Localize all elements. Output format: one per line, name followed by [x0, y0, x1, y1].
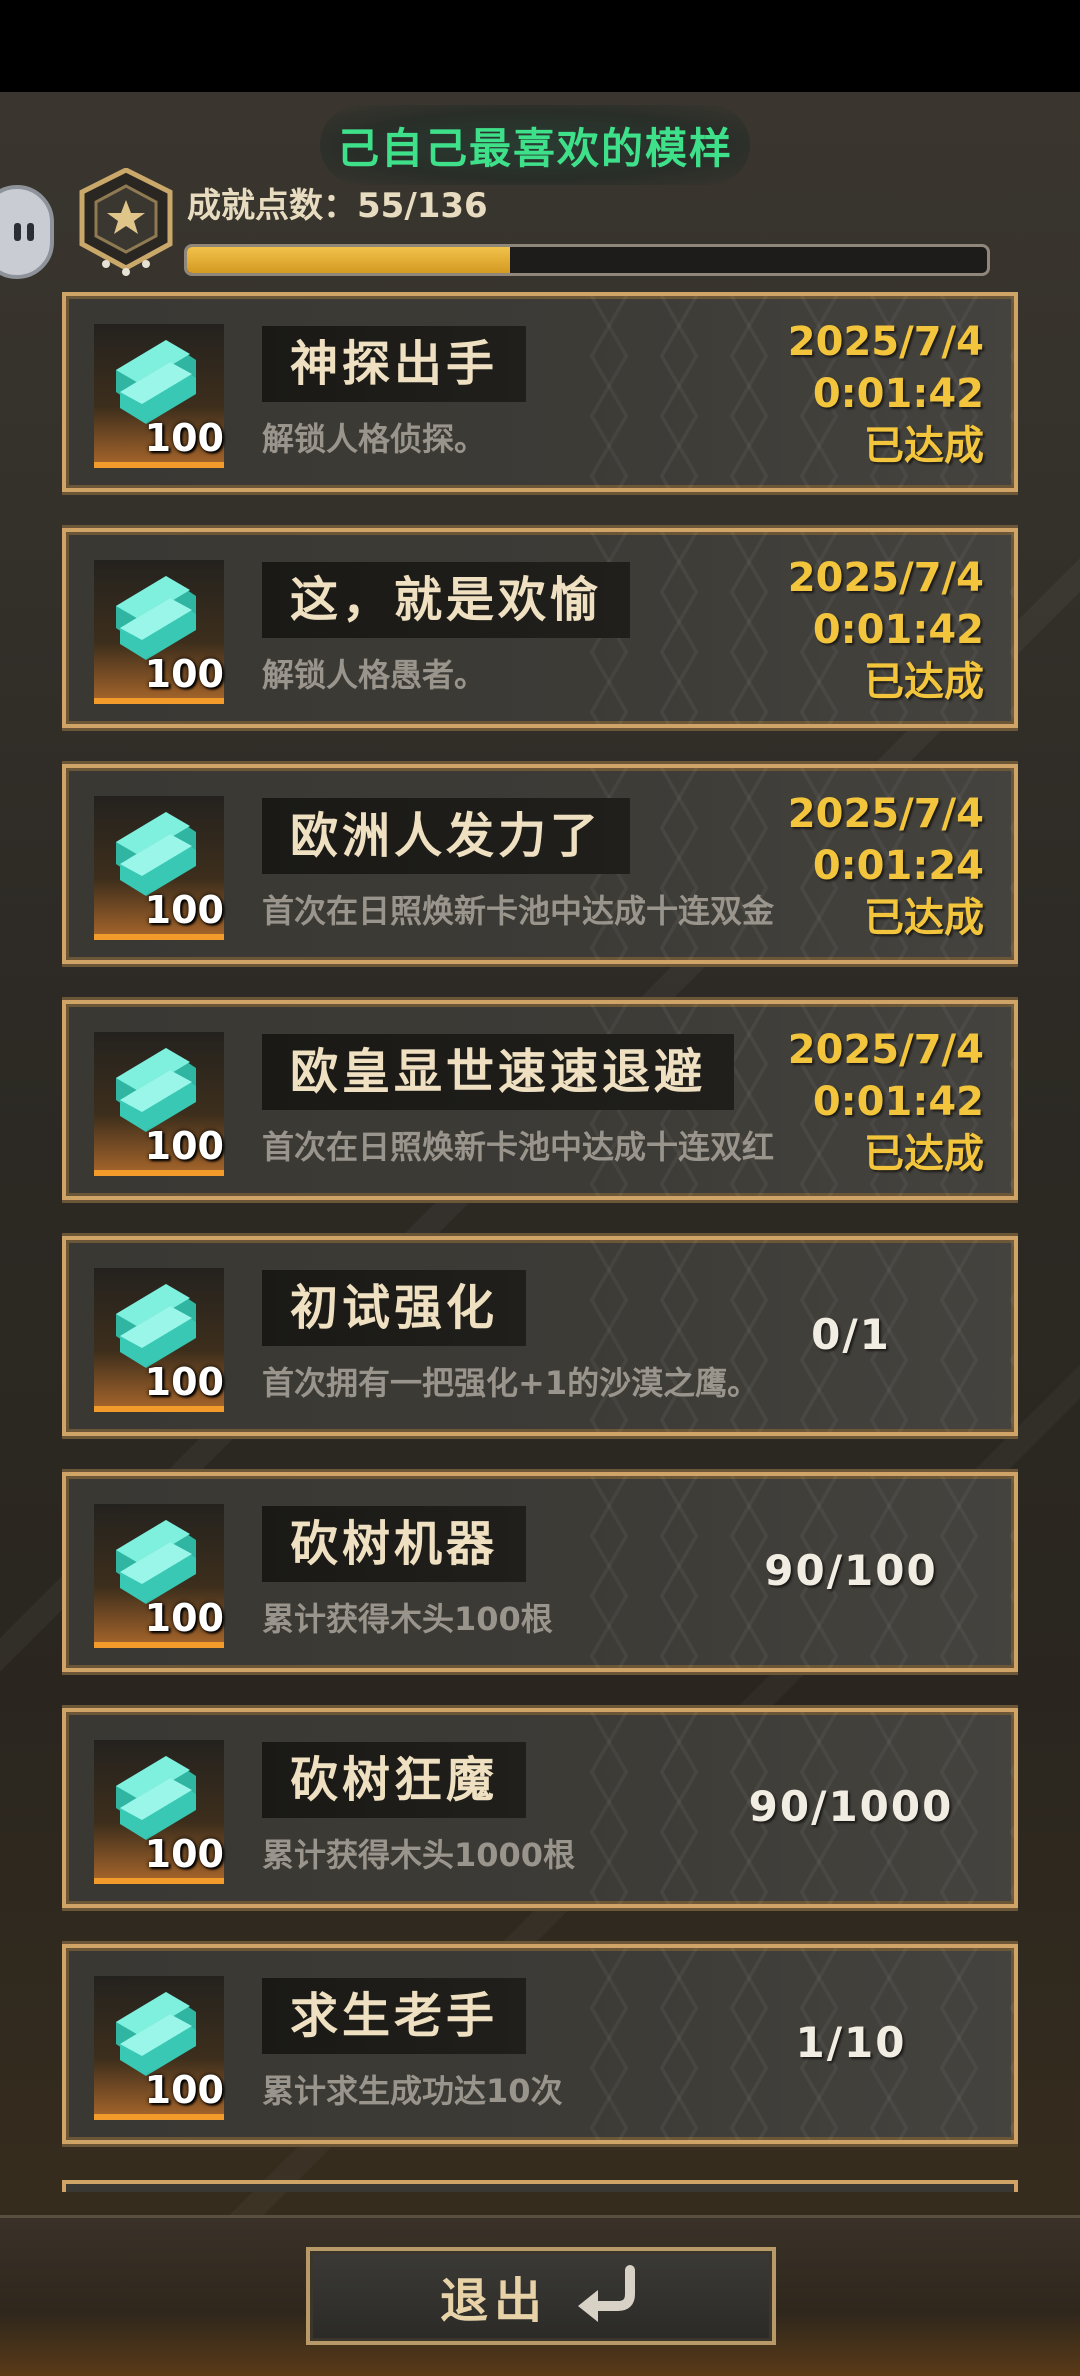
completion-status: 已达成 [864, 895, 984, 941]
achievement-description: 累计获得木头100根 [262, 1600, 553, 1638]
achievement-description: 首次拥有一把强化+1的沙漠之鹰。 [262, 1364, 760, 1402]
completion-time: 0:01:42 [812, 1079, 984, 1125]
completion-date: 2025/7/4 [787, 1027, 984, 1073]
achievement-card[interactable]: 100 欧皇显世速速退避 首次在日照焕新卡池中达成十连双红 2025/7/4 0:01:… [62, 1000, 1018, 1200]
reward-slot: 100 [94, 1976, 224, 2120]
reward-slot: 100 [94, 1268, 224, 1412]
completion-info: 2025/7/4 0:01:42 已达成 [724, 552, 984, 708]
medal-icon [76, 167, 176, 280]
completion-time: 0:01:24 [812, 843, 984, 889]
completion-time: 0:01:42 [812, 607, 984, 653]
reward-count: 100 [144, 1124, 224, 1168]
achievement-title: 初试强化 [262, 1270, 527, 1346]
exit-label: 退出 [439, 2273, 548, 2329]
reward-slot: 100 [94, 324, 224, 468]
reward-slot: 100 [94, 560, 224, 704]
reward-count: 100 [144, 888, 224, 932]
completion-date: 2025/7/4 [787, 555, 984, 601]
achievement-description: 累计获得木头1000根 [262, 1836, 576, 1874]
achievement-progress: 90/1000 [748, 1782, 954, 1831]
achievement-progress-fill [187, 247, 511, 273]
completion-status: 已达成 [864, 659, 984, 705]
scrolling-banner: 己自己最喜欢的模样 [320, 105, 750, 185]
achievement-card[interactable]: 100 这，就是欢愉 解锁人格愚者。 2025/7/4 0:01:42 已达成 [62, 528, 1018, 728]
achievement-card[interactable]: 100 砍树狂魔累计获得木头1000根 90/1000 [62, 1708, 1018, 1908]
achievement-card[interactable]: 100 砍树机器累计获得木头100根 90/100 [62, 1472, 1018, 1672]
achievement-description: 累计求生成功达10次 [262, 2072, 563, 2110]
completion-status: 已达成 [864, 1131, 984, 1177]
completion-info: 2025/7/4 0:01:42 已达成 [724, 1024, 984, 1180]
achievement-card[interactable]: 100 求生老手累计求生成功达10次 1/10 [62, 1944, 1018, 2144]
achievement-title: 欧皇显世速速退避 [262, 1034, 735, 1110]
achievement-card-partial[interactable] [62, 2180, 1018, 2192]
achievement-title: 欧洲人发力了 [262, 798, 631, 874]
reward-count: 100 [144, 1832, 224, 1876]
pause-icon [14, 223, 34, 241]
achievement-title: 求生老手 [262, 1978, 527, 2054]
completion-date: 2025/7/4 [787, 791, 984, 837]
achievement-card[interactable]: 100 神探出手 解锁人格侦探。 2025/7/4 0:01:42 已达成 [62, 292, 1018, 492]
achievement-card[interactable]: 100 欧洲人发力了 首次在日照焕新卡池中达成十连双金 2025/7/4 0:01:24… [62, 764, 1018, 964]
reward-slot: 100 [94, 796, 224, 940]
achievement-progress: 90/100 [764, 1546, 938, 1595]
achievement-progress: 0/1 [811, 1310, 891, 1359]
reward-slot: 100 [94, 1740, 224, 1884]
achievement-points-label: 成就点数：55/136 [187, 186, 488, 226]
achievement-title: 砍树机器 [262, 1506, 527, 1582]
reward-count: 100 [144, 1596, 224, 1640]
achievement-progress: 1/10 [795, 2018, 907, 2067]
reward-slot: 100 [94, 1504, 224, 1648]
return-arrow-icon [572, 2264, 642, 2328]
completion-date: 2025/7/4 [787, 319, 984, 365]
achievement-title: 砍树狂魔 [262, 1742, 527, 1818]
achievement-card[interactable]: 100 初试强化首次拥有一把强化+1的沙漠之鹰。 0/1 [62, 1236, 1018, 1436]
completion-info: 2025/7/4 0:01:24 已达成 [724, 788, 984, 944]
achievement-list[interactable]: 100 神探出手 解锁人格侦探。 2025/7/4 0:01:42 已达成 100 这，就是欢… [62, 292, 1018, 2192]
achievement-progress-bar [184, 244, 990, 276]
reward-count: 100 [144, 416, 224, 460]
achievement-title: 神探出手 [262, 326, 527, 402]
exit-button[interactable]: 退出 [306, 2247, 776, 2345]
status-bar [0, 0, 1080, 92]
achievement-title: 这，就是欢愉 [262, 562, 631, 638]
floating-menu-button[interactable] [0, 185, 54, 279]
reward-count: 100 [144, 2068, 224, 2112]
completion-info: 2025/7/4 0:01:42 已达成 [724, 316, 984, 472]
reward-count: 100 [144, 652, 224, 696]
reward-count: 100 [144, 1360, 224, 1404]
completion-time: 0:01:42 [812, 371, 984, 417]
completion-status: 已达成 [864, 423, 984, 469]
reward-slot: 100 [94, 1032, 224, 1176]
